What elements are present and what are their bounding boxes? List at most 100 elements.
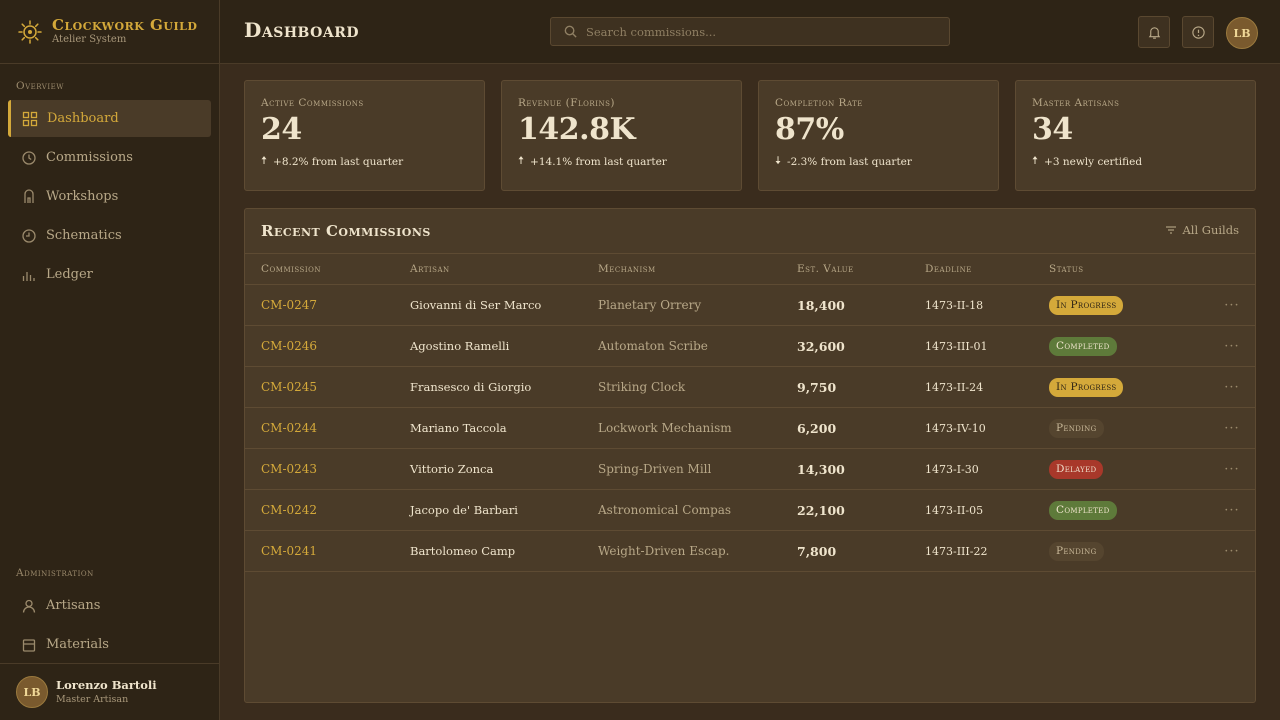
notifications-button[interactable] — [1138, 16, 1170, 48]
mechanism-name: Automaton Scribe — [582, 325, 781, 367]
row-actions-button[interactable]: ··· — [1193, 284, 1255, 326]
table-row[interactable]: CM-0246 Agostino Ramelli Automaton Scribe 3… — [245, 325, 1255, 367]
column-header[interactable]: Mechanism — [582, 253, 781, 285]
artisan-name: Bartolomeo Camp — [394, 530, 582, 572]
filter-label: All Guilds — [1182, 223, 1239, 237]
building-icon — [24, 188, 34, 203]
table-row[interactable]: CM-0242 Jacopo de' Barbari Astronomical Co… — [245, 489, 1255, 531]
row-actions-button[interactable]: ··· — [1193, 407, 1255, 449]
search-box[interactable] — [550, 17, 950, 46]
stat-value: 142.8K — [518, 112, 636, 147]
column-header[interactable]: Commission — [245, 253, 394, 285]
commissions-table: Commission Artisan Mechanism Est. Value … — [245, 253, 1255, 572]
mechanism-name: Planetary Orrery — [582, 284, 781, 326]
table-row[interactable]: CM-0247 Giovanni di Ser Marco Planetary Or… — [245, 284, 1255, 326]
sidebar-item-materials[interactable]: Materials — [8, 626, 211, 663]
brand-subtitle: Atelier System — [52, 34, 127, 45]
bar-chart-icon — [22, 271, 35, 281]
row-actions-button[interactable]: ··· — [1193, 530, 1255, 572]
estimated-value: 7,800 — [781, 530, 909, 572]
deadline: 1473-II-05 — [909, 489, 1033, 531]
stat-value: 87% — [775, 112, 844, 147]
estimated-value: 9,750 — [781, 366, 909, 408]
deadline: 1473-III-01 — [909, 325, 1033, 367]
row-actions-button[interactable]: ··· — [1193, 366, 1255, 408]
commission-id-link[interactable]: CM-0244 — [245, 407, 394, 449]
sidebar-item-workshops[interactable]: Workshops — [8, 178, 211, 215]
mechanism-name: Weight-Driven Escap. — [582, 530, 781, 572]
column-header[interactable]: Status — [1033, 253, 1193, 285]
column-header-actions — [1193, 253, 1255, 285]
status-cell: Pending — [1033, 407, 1193, 449]
header-avatar[interactable]: LB — [1226, 17, 1258, 49]
mechanism-name: Striking Clock — [582, 366, 781, 408]
user-profile[interactable]: LB Lorenzo Bartoli Master Artisan — [0, 663, 219, 720]
stat-label: Revenue (Florins) — [518, 97, 615, 109]
stat-card-active-commissions: Active Commissions 24 🠅 +8.2% from last q… — [244, 80, 485, 191]
table-row[interactable]: CM-0241 Bartolomeo Camp Weight-Driven Esca… — [245, 530, 1255, 572]
recent-commissions-panel: Recent Commissions All Guilds Commission… — [244, 208, 1256, 703]
info-button[interactable] — [1182, 16, 1214, 48]
status-badge: Delayed — [1049, 459, 1104, 479]
sidebar-item-schematics[interactable]: Schematics — [8, 217, 211, 254]
search-input[interactable] — [586, 24, 946, 39]
status-badge: In Progress — [1049, 377, 1124, 397]
commission-id-link[interactable]: CM-0241 — [245, 530, 394, 572]
deadline: 1473-IV-10 — [909, 407, 1033, 449]
stat-delta: +8.2% from last quarter — [273, 155, 404, 168]
column-header[interactable]: Est. Value — [781, 253, 909, 285]
commission-id-link[interactable]: CM-0245 — [245, 366, 394, 408]
commission-id-link[interactable]: CM-0242 — [245, 489, 394, 531]
sidebar-item-label: Materials — [46, 637, 109, 652]
search-icon — [564, 25, 577, 38]
row-actions-button[interactable]: ··· — [1193, 325, 1255, 367]
sidebar-item-artisans[interactable]: Artisans — [8, 587, 211, 624]
stat-card-revenue: Revenue (Florins) 142.8K 🠅 +14.1% from la… — [501, 80, 742, 191]
sidebar-item-label: Ledger — [46, 267, 93, 282]
sidebar-item-dashboard[interactable]: Dashboard — [8, 100, 211, 137]
guild-filter-button[interactable]: All Guilds — [1165, 223, 1239, 237]
commission-id-link[interactable]: CM-0246 — [245, 325, 394, 367]
status-badge: Completed — [1049, 336, 1117, 356]
artisan-name: Vittorio Zonca — [394, 448, 582, 490]
estimated-value: 32,600 — [781, 325, 909, 367]
table-row[interactable]: CM-0245 Fransesco di Giorgio Striking Cloc… — [245, 366, 1255, 408]
table-row[interactable]: CM-0244 Mariano Taccola Lockwork Mechanism… — [245, 407, 1255, 449]
status-badge: Pending — [1049, 418, 1104, 438]
row-actions-button[interactable]: ··· — [1193, 448, 1255, 490]
artisan-name: Fransesco di Giorgio — [394, 366, 582, 408]
commission-id-link[interactable]: CM-0247 — [245, 284, 394, 326]
sidebar-item-label: Artisans — [46, 598, 101, 613]
clock-icon — [22, 228, 36, 243]
sidebar-item-commissions[interactable]: Commissions — [8, 139, 211, 176]
row-actions-button[interactable]: ··· — [1193, 489, 1255, 531]
deadline: 1473-II-18 — [909, 284, 1033, 326]
brand[interactable]: Clockwork Guild Atelier System — [0, 0, 219, 64]
sidebar: Clockwork Guild Atelier System Overview … — [0, 0, 220, 720]
stat-label: Completion Rate — [775, 97, 863, 109]
status-cell: In Progress — [1033, 284, 1193, 326]
stat-label: Master Artisans — [1032, 97, 1120, 109]
table-row[interactable]: CM-0243 Vittorio Zonca Spring-Driven Mill 1… — [245, 448, 1255, 490]
avatar: LB — [16, 676, 48, 708]
commission-id-link[interactable]: CM-0243 — [245, 448, 394, 490]
arrow-down-icon: 🠇 — [775, 154, 782, 167]
clock-icon — [22, 150, 36, 165]
deadline: 1473-II-24 — [909, 366, 1033, 408]
stat-label: Active Commissions — [261, 97, 364, 109]
bell-icon — [1148, 26, 1160, 39]
table-header-row: Commission Artisan Mechanism Est. Value … — [245, 253, 1255, 285]
estimated-value: 6,200 — [781, 407, 909, 449]
sidebar-item-label: Commissions — [46, 150, 133, 165]
section-label-overview: Overview — [16, 80, 64, 92]
artisan-name: Jacopo de' Barbari — [394, 489, 582, 531]
status-cell: Delayed — [1033, 448, 1193, 490]
column-header[interactable]: Deadline — [909, 253, 1033, 285]
column-header[interactable]: Artisan — [394, 253, 582, 285]
gear-sun-icon — [18, 19, 42, 44]
artisan-name: Mariano Taccola — [394, 407, 582, 449]
sidebar-item-ledger[interactable]: Ledger — [8, 256, 211, 293]
stat-value: 34 — [1032, 112, 1073, 147]
estimated-value: 14,300 — [781, 448, 909, 490]
box-icon — [22, 638, 36, 652]
